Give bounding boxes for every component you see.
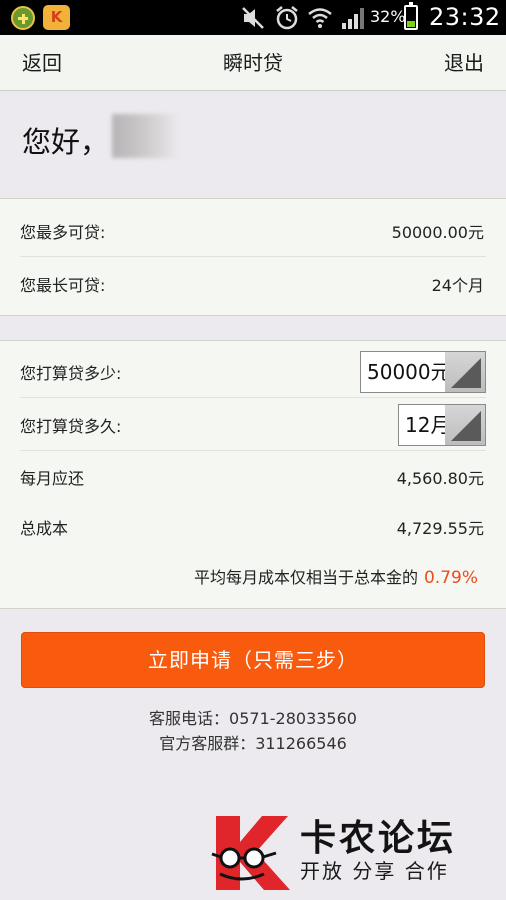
term-select[interactable]: 12月 xyxy=(398,403,486,446)
monthly-payment-row: 每月应还 4,560.80元 xyxy=(20,451,486,503)
alarm-icon xyxy=(276,6,298,30)
exit-button[interactable]: 退出 xyxy=(444,49,484,77)
wifi-icon xyxy=(308,8,332,28)
back-button[interactable]: 返回 xyxy=(22,49,62,77)
watermark-title: 卡农论坛 xyxy=(300,818,457,859)
app-header: 瞬时贷 返回 退出 xyxy=(0,35,506,91)
loan-limits-card: 您最多可贷: 50000.00元 您最长可贷: 24个月 xyxy=(0,198,506,316)
signal-icon xyxy=(342,8,364,29)
total-cost-label: 总成本 xyxy=(20,519,69,538)
customer-service-group: 官方客服群：311266546 xyxy=(159,734,347,753)
amount-label: 您打算贷多少: xyxy=(20,363,122,383)
max-term-label: 您最长可贷: xyxy=(20,276,106,295)
dropdown-arrow-icon xyxy=(445,404,485,445)
loan-calculator-card: 您打算贷多少: 50000元 您打算贷多久: 12月 每月应还 4,560.80… xyxy=(0,340,506,609)
total-cost-value: 4,729.55元 xyxy=(396,519,484,538)
mute-icon xyxy=(242,7,264,29)
max-amount-row: 您最多可贷: 50000.00元 xyxy=(20,205,486,257)
term-select-value: 12月 xyxy=(405,412,451,437)
max-amount-value: 50000.00元 xyxy=(391,222,484,242)
customer-service-phone: 客服电话：0571-28033560 xyxy=(149,709,357,728)
app-k-notification-icon: K xyxy=(43,5,70,30)
max-term-row: 您最长可贷: 24个月 xyxy=(20,258,486,310)
apply-now-button[interactable]: 立即申请（只需三步） xyxy=(21,632,485,688)
dropdown-arrow-icon xyxy=(445,351,485,392)
amount-select-value: 50000元 xyxy=(367,359,451,384)
battery-level xyxy=(407,21,415,27)
total-cost-row: 总成本 4,729.55元 xyxy=(20,501,486,553)
greeting-text: 您好， xyxy=(22,125,110,159)
clock: 23:32 xyxy=(429,3,501,31)
battery-icon xyxy=(404,2,418,30)
status-bar: K 32% 23:32 xyxy=(0,0,506,35)
page-title: 瞬时贷 xyxy=(223,51,283,75)
term-row: 您打算贷多久: 12月 xyxy=(20,399,486,451)
monthly-payment-label: 每月应还 xyxy=(20,469,85,488)
cost-ratio-percent: 0.79% xyxy=(423,568,478,588)
amount-select[interactable]: 50000元 xyxy=(360,350,486,393)
battery-percent: 32% xyxy=(370,7,406,26)
max-term-value: 24个月 xyxy=(431,276,484,295)
forum-logo-icon xyxy=(211,816,290,890)
term-label: 您打算贷多久: xyxy=(20,416,122,436)
app-notification-icon xyxy=(11,6,35,30)
cost-ratio-text: 平均每月成本仅相当于总本金的 xyxy=(193,568,418,587)
cost-ratio-note: 平均每月成本仅相当于总本金的 0.79% xyxy=(194,567,478,589)
amount-row: 您打算贷多少: 50000元 xyxy=(20,346,486,398)
max-amount-label: 您最多可贷: xyxy=(20,222,106,242)
monthly-payment-value: 4,560.80元 xyxy=(396,469,484,488)
watermark-subtitle: 开放 分享 合作 xyxy=(300,859,449,883)
user-name-blurred xyxy=(112,114,180,158)
